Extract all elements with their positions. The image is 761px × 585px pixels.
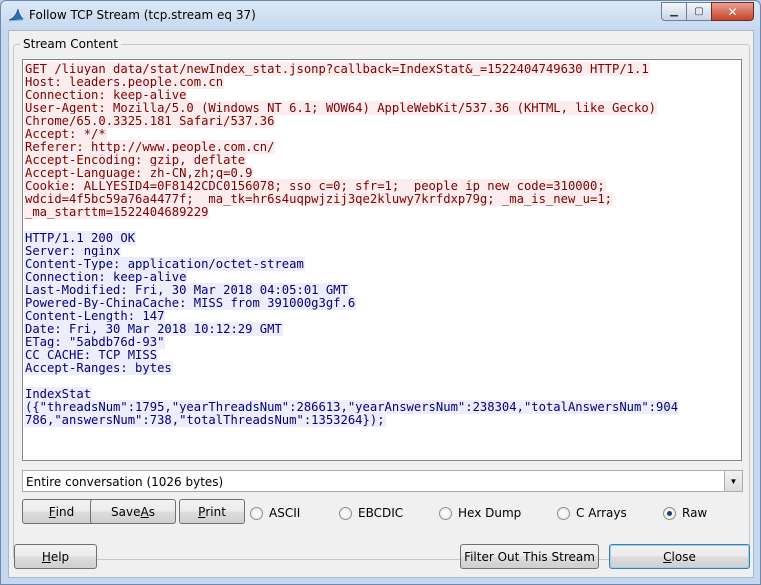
stream-line bbox=[24, 375, 740, 388]
help-button[interactable]: Help bbox=[14, 544, 97, 569]
ebcdic-radio[interactable] bbox=[339, 506, 352, 520]
stream-content-label: Stream Content bbox=[20, 37, 121, 51]
stream-line-text: Connection: keep-alive bbox=[24, 88, 188, 102]
save-as-label-pre: Save bbox=[111, 504, 141, 519]
stream-line-text: Content-Length: 147 bbox=[24, 309, 166, 323]
wireshark-fin-icon bbox=[8, 8, 24, 22]
stream-line-text: User-Agent: Mozilla/5.0 (Windows NT 6.1;… bbox=[24, 101, 658, 115]
follow-tcp-stream-window: Follow TCP Stream (tcp.stream eq 37) ▁ ▢… bbox=[0, 0, 761, 585]
stream-line-text: Powered-By-ChinaCache: MISS from 391000g… bbox=[24, 296, 357, 310]
stream-line-text: Referer: http://www.people.com.cn/ bbox=[24, 140, 276, 154]
conversation-select[interactable]: Entire conversation (1026 bytes) ▼ bbox=[22, 470, 743, 492]
raw-radio[interactable] bbox=[663, 506, 676, 520]
chevron-down-icon: ▼ bbox=[729, 476, 738, 486]
window-title: Follow TCP Stream (tcp.stream eq 37) bbox=[29, 8, 256, 22]
stream-line-text: Chrome/65.0.3325.181 Safari/537.36 bbox=[24, 114, 276, 128]
stream-line-text: Last-Modified: Fri, 30 Mar 2018 04:05:01… bbox=[24, 283, 349, 297]
maximize-icon: ▢ bbox=[694, 6, 704, 17]
stream-content-text[interactable]: GET /liuyan_data/stat/newIndex_stat.json… bbox=[22, 59, 742, 461]
help-label-rest: elp bbox=[50, 549, 70, 564]
conversation-select-value: Entire conversation (1026 bytes) bbox=[26, 475, 224, 489]
filter-out-label: Filter Out This Stream bbox=[464, 549, 595, 564]
close-label-rest: lose bbox=[671, 549, 696, 564]
hex-dump-radio[interactable] bbox=[439, 506, 452, 520]
window-controls: ▁ ▢ ✕ bbox=[661, 2, 754, 21]
print-mnemonic: P bbox=[198, 504, 206, 519]
save-as-mnemonic: A bbox=[140, 504, 149, 519]
ascii-radio[interactable] bbox=[250, 506, 263, 520]
close-button[interactable]: Close bbox=[609, 544, 750, 569]
stream-line: Chrome/65.0.3325.181 Safari/537.36 bbox=[24, 114, 740, 128]
stream-line-text: ({"threadsNum":1795,"yearThreadsNum":286… bbox=[24, 400, 680, 414]
close-icon: ✕ bbox=[727, 4, 738, 19]
stream-line-text: HTTP/1.1 200 OK bbox=[24, 231, 137, 245]
stream-line-text: GET /liuyan_data/stat/newIndex_stat.json… bbox=[24, 62, 650, 76]
stream-line: _ma_starttm=1522404689229 bbox=[24, 205, 740, 219]
format-raw[interactable]: Raw bbox=[663, 503, 707, 523]
stream-line-text: Accept: */* bbox=[24, 127, 107, 141]
stream-line-text: 786,"answersNum":738,"totalThreadsNum":1… bbox=[24, 413, 386, 427]
stream-line-text: Server: nginx bbox=[24, 244, 122, 258]
stream-line-text: Date: Fri, 30 Mar 2018 10:12:29 GMT bbox=[24, 322, 283, 336]
dropdown-arrow-button[interactable]: ▼ bbox=[724, 471, 742, 491]
format-ascii[interactable]: ASCII bbox=[250, 503, 300, 523]
stream-line-text: Content-Type: application/octet-stream bbox=[24, 257, 305, 271]
close-window-button[interactable]: ✕ bbox=[711, 2, 754, 21]
c-arrays-radio[interactable] bbox=[557, 506, 570, 520]
stream-line-text: Accept-Ranges: bytes bbox=[24, 361, 173, 375]
stream-line-text: wdcid=4f5bc59a76a4477f; _ma_tk=hr6s4uqpw… bbox=[24, 192, 613, 206]
format-ebcdic[interactable]: EBCDIC bbox=[339, 503, 403, 523]
close-mnemonic: C bbox=[663, 549, 672, 564]
save-as-button[interactable]: Save As bbox=[90, 499, 176, 524]
stream-line: Accept-Ranges: bytes bbox=[24, 361, 740, 375]
print-button[interactable]: Print bbox=[179, 499, 245, 524]
stream-line-text: Host: leaders.people.com.cn bbox=[24, 75, 225, 89]
stream-line-text: ETag: "5abdb76d-93" bbox=[24, 335, 166, 349]
ascii-label: ASCII bbox=[269, 506, 301, 520]
stream-line: 786,"answersNum":738,"totalThreadsNum":1… bbox=[24, 413, 740, 427]
save-as-label-rest: s bbox=[148, 504, 155, 519]
minimize-button[interactable]: ▁ bbox=[661, 2, 687, 21]
raw-label: Raw bbox=[682, 506, 708, 520]
dialog-client-area: Stream Content GET /liuyan_data/stat/new… bbox=[8, 30, 754, 578]
stream-line-text: Connection: keep-alive bbox=[24, 270, 188, 284]
stream-line-text: _ma_starttm=1522404689229 bbox=[24, 205, 210, 219]
stream-line-text: Accept-Language: zh-CN,zh;q=0.9 bbox=[24, 166, 254, 180]
find-label-rest: ind bbox=[55, 504, 75, 519]
stream-line-text: CC_CACHE: TCP_MISS bbox=[24, 348, 159, 362]
help-mnemonic: H bbox=[41, 549, 51, 564]
minimize-icon: ▁ bbox=[670, 6, 678, 17]
print-label-rest: rint bbox=[205, 504, 226, 519]
stream-line-text: Accept-Encoding: gzip, deflate bbox=[24, 153, 247, 167]
stream-line: HTTP/1.1 200 OK bbox=[24, 231, 740, 245]
filter-out-stream-button[interactable]: Filter Out This Stream bbox=[460, 544, 599, 569]
hex-dump-label: Hex Dump bbox=[458, 506, 522, 520]
format-c-arrays[interactable]: C Arrays bbox=[557, 503, 627, 523]
maximize-button[interactable]: ▢ bbox=[686, 2, 712, 21]
stream-content-group: Stream Content GET /liuyan_data/stat/new… bbox=[13, 37, 750, 560]
ebcdic-label: EBCDIC bbox=[358, 506, 404, 520]
c-arrays-label: C Arrays bbox=[576, 506, 627, 520]
format-hex-dump[interactable]: Hex Dump bbox=[439, 503, 521, 523]
title-bar[interactable]: Follow TCP Stream (tcp.stream eq 37) ▁ ▢… bbox=[1, 1, 760, 31]
stream-line-text: IndexStat bbox=[24, 387, 93, 401]
stream-line-text: Cookie: ALLYESID4=0F8142CDC0156078; sso_… bbox=[24, 179, 606, 193]
find-mnemonic: F bbox=[48, 504, 56, 519]
